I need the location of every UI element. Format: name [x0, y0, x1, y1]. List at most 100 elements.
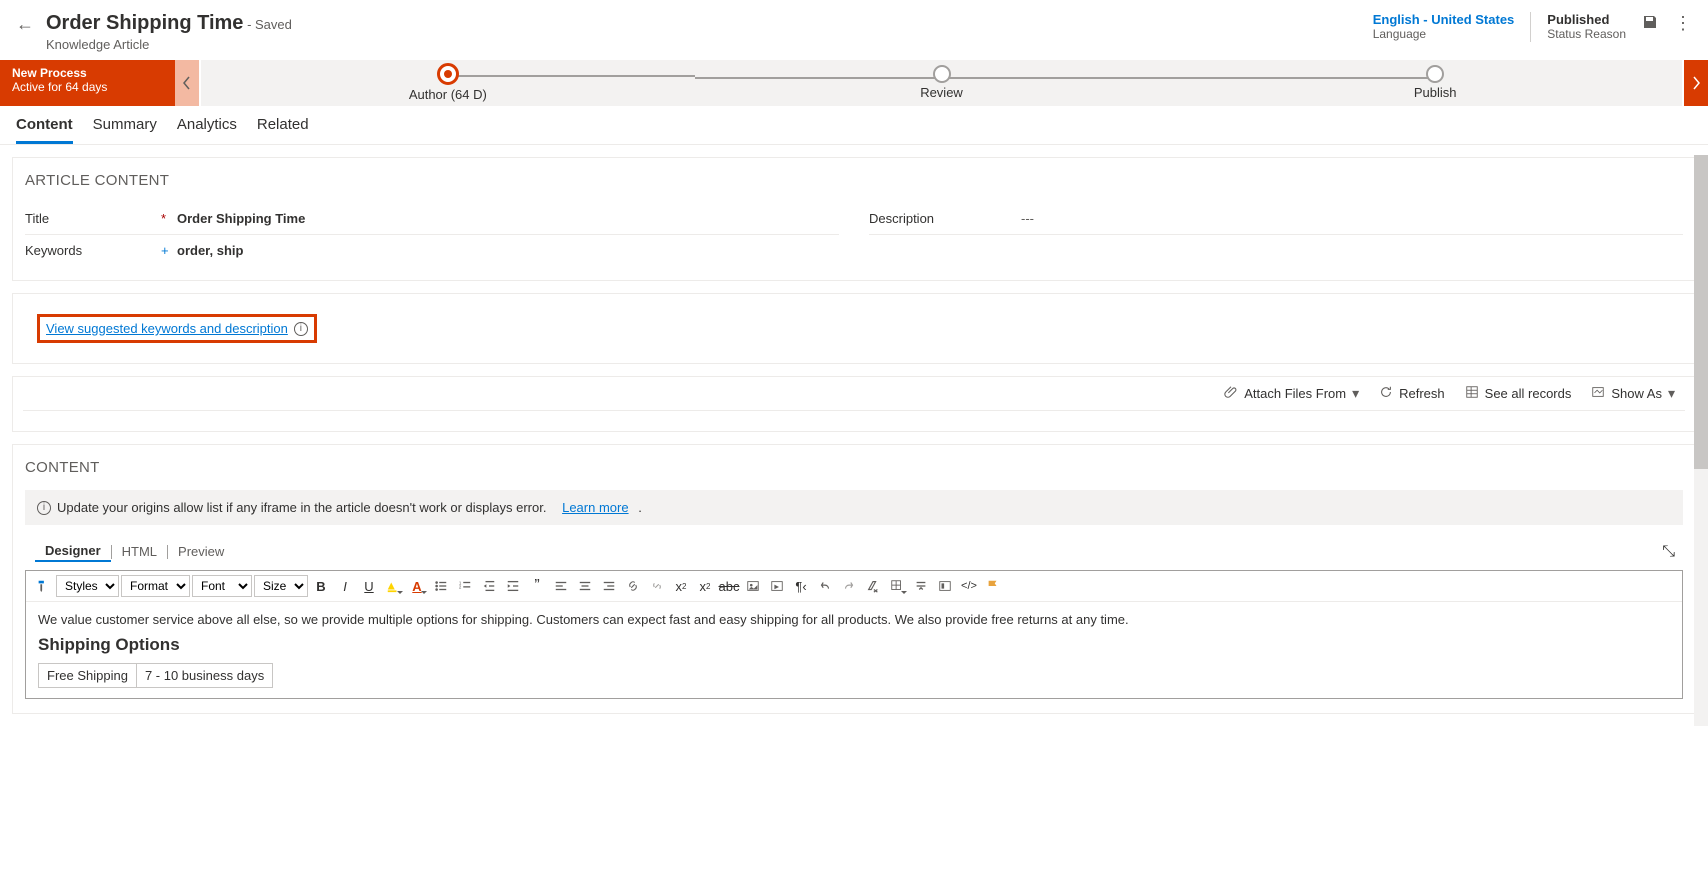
iframe-button[interactable]: ▶ [766, 575, 788, 597]
clear-format-button[interactable] [862, 575, 884, 597]
outdent-button[interactable] [478, 575, 500, 597]
field-description[interactable]: Description --- [869, 203, 1683, 235]
chevron-down-icon: ▾ [1352, 385, 1359, 402]
see-all-records-button[interactable]: See all records [1465, 385, 1572, 402]
strikethrough-button[interactable]: abc [718, 575, 740, 597]
view-suggestions-link[interactable]: View suggested keywords and description [46, 321, 288, 336]
saved-indicator: - Saved [247, 17, 292, 32]
expand-editor-button[interactable]: ⤡ [1662, 543, 1675, 561]
process-stages: Author (64 D) Review Publish [201, 60, 1682, 106]
back-button[interactable]: ← [16, 12, 34, 35]
language-label: Language [1373, 27, 1515, 41]
align-center-button[interactable] [574, 575, 596, 597]
suggestions-highlight: View suggested keywords and description … [37, 314, 317, 343]
field-title[interactable]: Title * Order Shipping Time [25, 203, 839, 235]
more-actions-icon[interactable]: ⋮ [1674, 12, 1692, 32]
show-as-button[interactable]: Show As ▾ [1591, 385, 1675, 402]
personalize-button[interactable] [934, 575, 956, 597]
form-tabs: Content Summary Analytics Related [0, 106, 1708, 145]
process-duration: Active for 64 days [12, 80, 163, 94]
align-left-button[interactable] [550, 575, 572, 597]
undo-button[interactable] [814, 575, 836, 597]
grid-toolbar: Attach Files From ▾ Refresh See all reco… [23, 377, 1685, 411]
process-bar: New Process Active for 64 days Author (6… [0, 60, 1708, 106]
flag-button[interactable] [982, 575, 1004, 597]
subscript-button[interactable]: x2 [694, 575, 716, 597]
tab-content[interactable]: Content [16, 116, 73, 144]
image-button[interactable] [742, 575, 764, 597]
rich-text-editor: Styles Format Font Size B I U A 12 ” x2 … [25, 570, 1683, 699]
highlight-color-button[interactable] [382, 575, 404, 597]
bullet-list-button[interactable] [430, 575, 452, 597]
scrollbar[interactable] [1694, 155, 1708, 726]
header-language[interactable]: English - United States Language [1373, 12, 1515, 41]
info-icon: i [37, 501, 51, 515]
underline-button[interactable]: U [358, 575, 380, 597]
editor-tab-html[interactable]: HTML [112, 542, 167, 561]
scrollbar-thumb[interactable] [1694, 155, 1708, 469]
refresh-button[interactable]: Refresh [1379, 385, 1445, 402]
save-icon[interactable] [1642, 12, 1658, 35]
process-next-button[interactable] [1684, 60, 1708, 106]
styles-select[interactable]: Styles [56, 575, 119, 597]
format-select[interactable]: Format [121, 575, 190, 597]
link-button[interactable] [622, 575, 644, 597]
section-title: CONTENT [25, 459, 1683, 476]
indent-button[interactable] [502, 575, 524, 597]
grid-icon [1465, 385, 1479, 402]
source-button[interactable]: </> [958, 575, 980, 597]
table-row: Free Shipping 7 - 10 business days [39, 664, 273, 688]
section-title: ARTICLE CONTENT [25, 172, 1683, 189]
collapse-toolbar-button[interactable] [910, 575, 932, 597]
learn-more-link[interactable]: Learn more [562, 500, 628, 515]
editor-tab-designer[interactable]: Designer [35, 541, 111, 562]
required-icon: * [161, 211, 171, 226]
font-color-button[interactable]: A [406, 575, 428, 597]
article-content-section: ARTICLE CONTENT Title * Order Shipping T… [12, 157, 1696, 281]
tab-analytics[interactable]: Analytics [177, 116, 237, 144]
language-value: English - United States [1373, 12, 1515, 27]
info-icon[interactable]: i [294, 322, 308, 336]
superscript-button[interactable]: x2 [670, 575, 692, 597]
process-info[interactable]: New Process Active for 64 days [0, 60, 175, 106]
tab-summary[interactable]: Summary [93, 116, 157, 144]
chevron-down-icon: ▾ [1668, 385, 1675, 402]
status-label: Status Reason [1547, 27, 1626, 41]
bold-button[interactable]: B [310, 575, 332, 597]
align-right-button[interactable] [598, 575, 620, 597]
tab-related[interactable]: Related [257, 116, 309, 144]
editor-tab-preview[interactable]: Preview [168, 542, 234, 561]
info-banner: i Update your origins allow list if any … [25, 490, 1683, 525]
divider [1530, 12, 1531, 42]
editor-toolbar: Styles Format Font Size B I U A 12 ” x2 … [26, 571, 1682, 602]
stage-author[interactable]: Author (64 D) [201, 63, 695, 104]
italic-button[interactable]: I [334, 575, 356, 597]
stage-dot-icon [933, 65, 951, 83]
editor-body[interactable]: We value customer service above all else… [26, 602, 1682, 698]
body-heading: Shipping Options [38, 635, 1670, 655]
header-status[interactable]: Published Status Reason [1547, 12, 1626, 41]
content-editor-section: CONTENT i Update your origins allow list… [12, 444, 1696, 714]
stage-active-icon [437, 63, 459, 85]
page-title: Order Shipping Time [46, 12, 243, 34]
stage-dot-icon [1426, 65, 1444, 83]
stage-publish[interactable]: Publish [1188, 65, 1682, 102]
field-keywords[interactable]: Keywords + order, ship [25, 235, 839, 266]
banner-text: Update your origins allow list if any if… [57, 500, 546, 515]
stage-review[interactable]: Review [695, 65, 1189, 102]
format-painter-icon[interactable] [32, 575, 54, 597]
shipping-table: Free Shipping 7 - 10 business days [38, 663, 273, 688]
font-select[interactable]: Font [192, 575, 252, 597]
redo-button[interactable] [838, 575, 860, 597]
grid-section: Attach Files From ▾ Refresh See all reco… [12, 376, 1696, 432]
attach-files-button[interactable]: Attach Files From ▾ [1224, 385, 1359, 402]
process-prev-button[interactable] [175, 60, 199, 106]
direction-button[interactable]: ¶‹ [790, 575, 812, 597]
number-list-button[interactable]: 12 [454, 575, 476, 597]
table-button[interactable] [886, 575, 908, 597]
body-intro-text: We value customer service above all else… [38, 612, 1670, 627]
size-select[interactable]: Size [254, 575, 308, 597]
blockquote-button[interactable]: ” [526, 575, 548, 597]
unlink-button[interactable] [646, 575, 668, 597]
svg-text:2: 2 [459, 585, 462, 590]
